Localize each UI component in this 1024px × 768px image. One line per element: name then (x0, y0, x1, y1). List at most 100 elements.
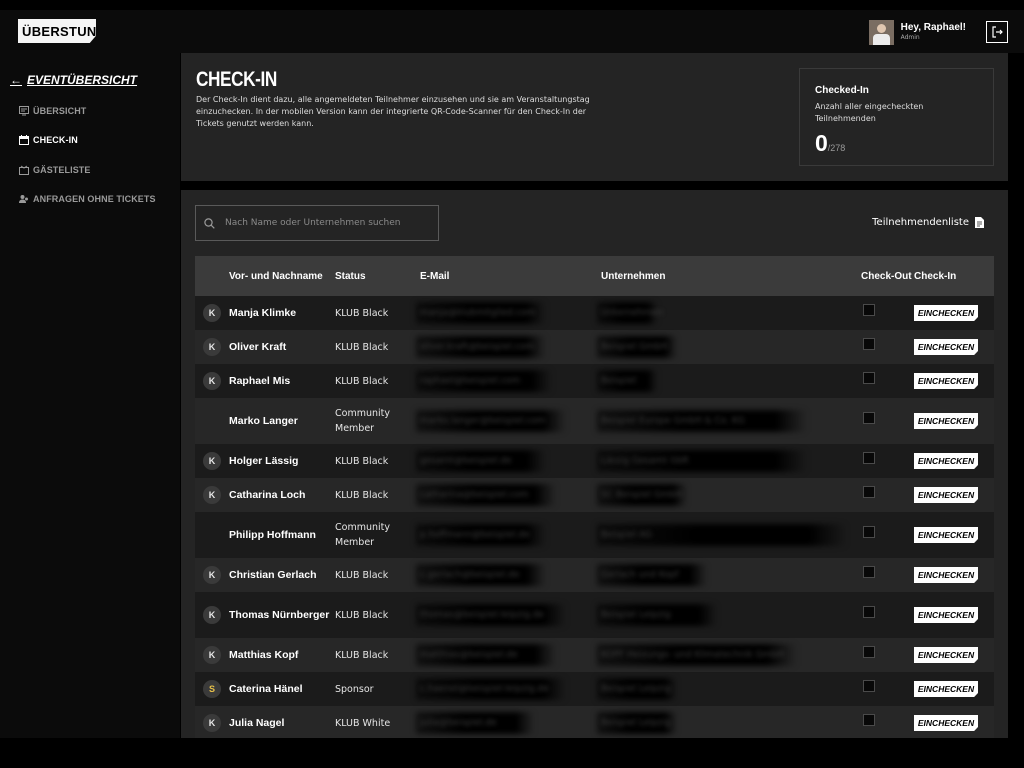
user-role: Admin (900, 34, 920, 41)
participant-company: Beispiel GmbH (601, 342, 668, 352)
blurred-company: Beispiel (597, 369, 861, 393)
member-badge: S (203, 680, 221, 698)
check-in-button[interactable]: EINCHECKEN (914, 607, 978, 623)
sidebar-item-requests-without-tickets[interactable]: ANFRAGEN OHNE TICKETS (18, 193, 156, 204)
sidebar-item-guestlist[interactable]: GÄSTELISTE (18, 164, 91, 175)
blurred-email: c.gerlach@beispiel.de (416, 563, 601, 587)
check-out-checkbox[interactable] (863, 412, 875, 424)
sidebar-item-check-in[interactable]: CHECK-IN (18, 134, 78, 145)
search-input[interactable] (223, 217, 427, 229)
top-bar: ÜBERSTUNDE® Hey, Raphael! Admin (0, 10, 1024, 53)
column-header-name[interactable]: Vor- und Nachname (229, 256, 335, 296)
participant-name: Matthias Kopf (229, 638, 335, 672)
check-in-button[interactable]: EINCHECKEN (914, 715, 978, 731)
check-in-button[interactable]: EINCHECKEN (914, 413, 978, 429)
page-description: Der Check-In dient dazu, alle angemeldet… (196, 95, 590, 128)
user-greeting: Hey, Raphael! (900, 22, 966, 33)
member-badge-cell: K (195, 296, 229, 330)
check-in-button[interactable]: EINCHECKEN (914, 487, 978, 503)
blurred-email: thomas@beispiel-leipzig.de (416, 603, 601, 627)
check-in-button[interactable]: EINCHECKEN (914, 567, 978, 583)
check-in-button[interactable]: EINCHECKEN (914, 453, 978, 469)
back-to-event-overview-link[interactable]: ← EVENTÜBERSICHT (10, 73, 137, 87)
page-title: CHECK-IN (196, 68, 277, 91)
participant-name: Manja Klimke (229, 296, 335, 330)
check-in-button[interactable]: EINCHECKEN (914, 647, 978, 663)
check-in-cell: EINCHECKEN (914, 638, 994, 672)
participant-name: Philipp Hoffmann (229, 512, 335, 558)
check-in-cell: EINCHECKEN (914, 558, 994, 592)
participant-company: SC Beispiel GmbH (601, 490, 683, 500)
participant-email: oliver.kraft@beispiel.com (420, 342, 534, 352)
table-row: K Thomas Nürnberger KLUB Black thomas@beisp… (195, 592, 994, 638)
check-out-checkbox[interactable] (863, 606, 875, 618)
check-in-button[interactable]: EINCHECKEN (914, 681, 978, 697)
member-badge-cell (195, 398, 229, 444)
check-out-checkbox[interactable] (863, 304, 875, 316)
participant-company-cell: Beispiel Leipzig (597, 706, 861, 738)
checked-in-stats: Checked-In Anzahl aller eingecheckten Te… (799, 68, 994, 166)
member-badge-cell: K (195, 638, 229, 672)
participant-name: Raphael Mis (229, 364, 335, 398)
check-out-checkbox[interactable] (863, 486, 875, 498)
check-in-button[interactable]: EINCHECKEN (914, 305, 978, 321)
app-logo[interactable]: ÜBERSTUNDE® (18, 19, 96, 43)
check-out-checkbox[interactable] (863, 646, 875, 658)
column-header-check-in[interactable]: Check-In (914, 256, 994, 296)
guestlist-icon (18, 164, 29, 175)
logout-icon (992, 26, 1003, 38)
table-row: S Caterina Hänel Sponsor c.haenel@beispiel-… (195, 672, 994, 706)
sidebar-item-overview[interactable]: ÜBERSICHT (18, 105, 86, 116)
participant-status: KLUB Black (335, 592, 420, 638)
table-row: K Manja Klimke KLUB Black manja@klubmitglie… (195, 296, 994, 330)
member-badge: K (203, 606, 221, 624)
column-header-status[interactable]: Status (335, 256, 420, 296)
search-box[interactable] (195, 205, 439, 241)
participant-status: KLUB Black (335, 478, 420, 512)
participant-company: Beispiel Leipzig (601, 610, 671, 620)
check-out-checkbox[interactable] (863, 566, 875, 578)
column-header-check-out[interactable]: Check-Out (861, 256, 914, 296)
check-in-cell: EINCHECKEN (914, 478, 994, 512)
participant-status: KLUB Black (335, 558, 420, 592)
table-row: K Holger Lässig KLUB Black gesamt@beispiel.… (195, 444, 994, 478)
column-header-email[interactable]: E-Mail (420, 256, 601, 296)
check-in-cell: EINCHECKEN (914, 398, 994, 444)
check-out-checkbox[interactable] (863, 680, 875, 692)
check-out-cell (861, 478, 914, 512)
blurred-company: Gerlach und Kopf (597, 563, 861, 587)
check-out-checkbox[interactable] (863, 526, 875, 538)
user-menu: Hey, Raphael! Admin (868, 19, 1008, 45)
participant-status: KLUB Black (335, 444, 420, 478)
check-in-button[interactable]: EINCHECKEN (914, 339, 978, 355)
sidebar: ← EVENTÜBERSICHT ÜBERSICHT CHECK-IN GÄST… (0, 53, 180, 738)
blurred-email: matthias@beispiel.de (416, 643, 601, 667)
sidebar-item-label: CHECK-IN (33, 134, 78, 145)
participant-email: c.gerlach@beispiel.de (420, 570, 520, 580)
check-out-checkbox[interactable] (863, 372, 875, 384)
logout-button[interactable] (986, 21, 1008, 43)
participant-email: p.hoffmann@beispiel.de (420, 530, 530, 540)
check-in-cell: EINCHECKEN (914, 512, 994, 558)
check-out-cell (861, 672, 914, 706)
participant-email-cell: p.hoffmann@beispiel.de (416, 512, 601, 558)
table-row: K Oliver Kraft KLUB Black oliver.kraft@beis… (195, 330, 994, 364)
check-in-button[interactable]: EINCHECKEN (914, 527, 978, 543)
table-row: K Christian Gerlach KLUB Black c.gerlach@be… (195, 558, 994, 592)
table-row: K Catharina Loch KLUB Black catharina@beisp… (195, 478, 994, 512)
check-in-cell: EINCHECKEN (914, 444, 994, 478)
participant-company-cell: Beispiel Leipzig (597, 592, 861, 638)
check-out-checkbox[interactable] (863, 338, 875, 350)
participant-company: Lässig Gesamt GbR (601, 456, 689, 466)
check-out-checkbox[interactable] (863, 714, 875, 726)
blurred-email: p.hoffmann@beispiel.de (416, 523, 601, 547)
check-in-button[interactable]: EINCHECKEN (914, 373, 978, 389)
participant-list-export-link[interactable]: Teilnehmendenliste (872, 217, 984, 228)
avatar[interactable] (868, 19, 894, 45)
participant-company-cell: Unternehmen (597, 296, 861, 330)
column-header-company[interactable]: Unternehmen (601, 256, 861, 296)
check-out-checkbox[interactable] (863, 452, 875, 464)
check-in-cell: EINCHECKEN (914, 672, 994, 706)
blurred-company: SC Beispiel GmbH (597, 483, 861, 507)
stats-description: Anzahl aller eingecheckten Teilnehmenden (815, 102, 924, 123)
